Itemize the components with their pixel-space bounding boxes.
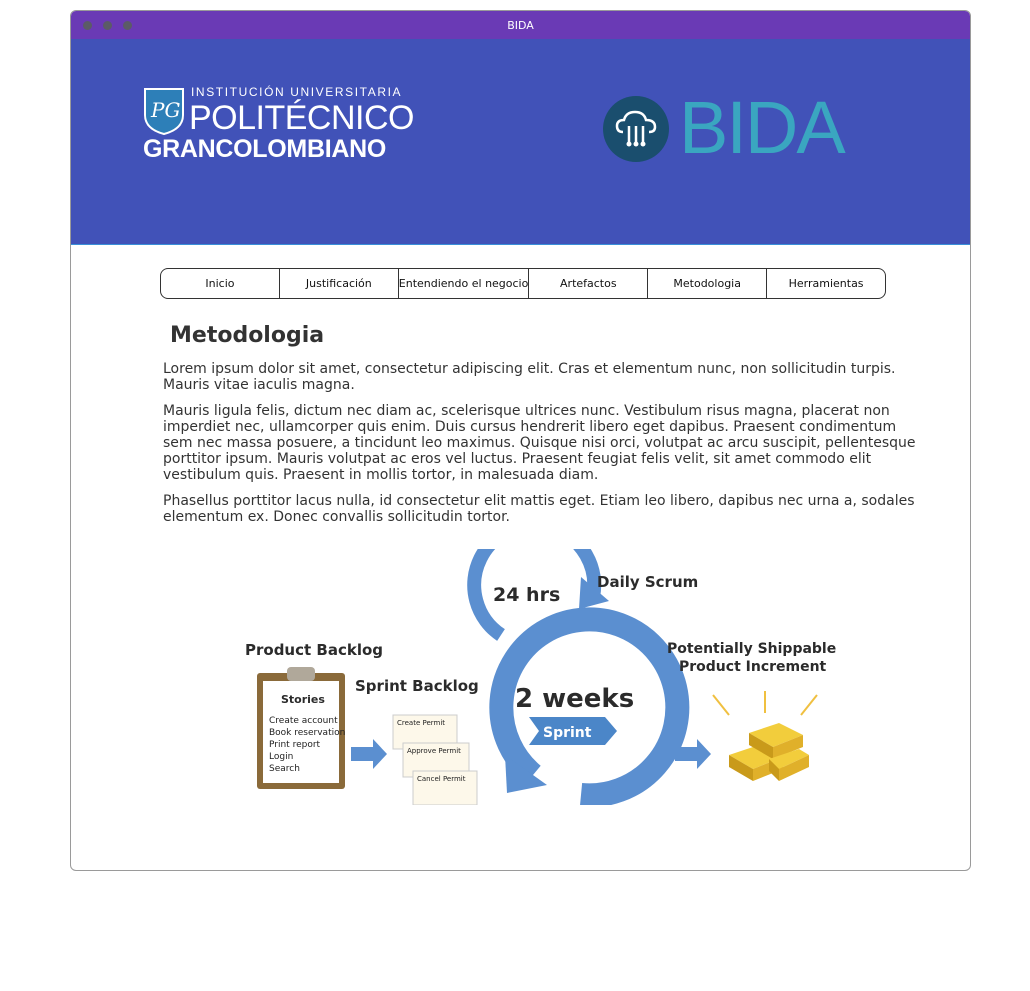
window-titlebar: BIDA [71, 11, 970, 39]
svg-text:Approve Permit: Approve Permit [407, 747, 461, 755]
browser-window: BIDA PG INSTITUCIÓN UNIVERSITARIA POLITÉ… [70, 10, 971, 871]
gold-bars-icon [729, 723, 809, 781]
increment-label-line1: Potentially Shippable [667, 641, 836, 657]
svg-text:Cancel Permit: Cancel Permit [417, 775, 466, 783]
sprint-backlog-label: Sprint Backlog [355, 677, 479, 695]
nav-item-artefactos[interactable]: Artefactos [528, 269, 647, 298]
story-item: Create account [269, 716, 338, 726]
shield-icon: PG [144, 88, 184, 135]
nav-item-inicio[interactable]: Inicio [161, 269, 279, 298]
window-title: BIDA [507, 19, 534, 32]
logo-line-grancolombiano: GRANCOLOMBIANO [143, 135, 387, 163]
sprint-length-label: 2 weeks [515, 684, 634, 714]
daily-scrum-label: Daily Scrum [597, 573, 698, 591]
arrow-right-icon [351, 739, 387, 769]
page-title: Metodologia [170, 323, 325, 348]
header-banner: PG INSTITUCIÓN UNIVERSITARIA POLITÉCNICO… [71, 39, 970, 245]
daily-cycle-label: 24 hrs [493, 584, 560, 606]
paragraph-2: Mauris ligula felis, dictum nec diam ac,… [163, 403, 916, 483]
sprint-label: Sprint [543, 725, 592, 741]
logo-line-institucion: INSTITUCIÓN UNIVERSITARIA [191, 85, 403, 99]
nav-item-justificacion[interactable]: Justificación [278, 269, 398, 298]
story-item: Search [269, 764, 300, 774]
svg-text:Create Permit: Create Permit [397, 719, 445, 727]
paragraph-1: Lorem ipsum dolor sit amet, consectetur … [163, 361, 896, 393]
story-item: Print report [269, 740, 321, 750]
increment-label-line2: Product Increment [679, 659, 827, 675]
logo-line-politecnico: POLITÉCNICO [189, 99, 414, 137]
product-backlog-label: Product Backlog [245, 641, 383, 659]
stories-title: Stories [281, 693, 325, 706]
bida-logo: BIDA [603, 86, 853, 169]
scrum-process-diagram: 24 hrs Daily Scrum 2 weeks Sprint Produc… [245, 549, 836, 805]
bida-wordmark: BIDA [679, 86, 846, 169]
nav-item-herramientas[interactable]: Herramientas [766, 269, 885, 298]
paragraph-3: Phasellus porttitor lacus nulla, id cons… [163, 493, 915, 525]
main-nav: Inicio Justificación Entendiendo el nego… [160, 268, 886, 299]
cloud-network-icon [603, 96, 669, 162]
story-item: Login [269, 752, 293, 762]
svg-text:PG: PG [150, 98, 180, 122]
content-body: Lorem ipsum dolor sit amet, consectetur … [163, 361, 923, 535]
nav-item-metodologia[interactable]: Metodologia [647, 269, 766, 298]
story-item: Book reservation [269, 728, 345, 738]
nav-item-entendiendo-negocio[interactable]: Entendiendo el negocio [397, 269, 528, 298]
politecnico-logo: PG INSTITUCIÓN UNIVERSITARIA POLITÉCNICO… [143, 85, 418, 165]
